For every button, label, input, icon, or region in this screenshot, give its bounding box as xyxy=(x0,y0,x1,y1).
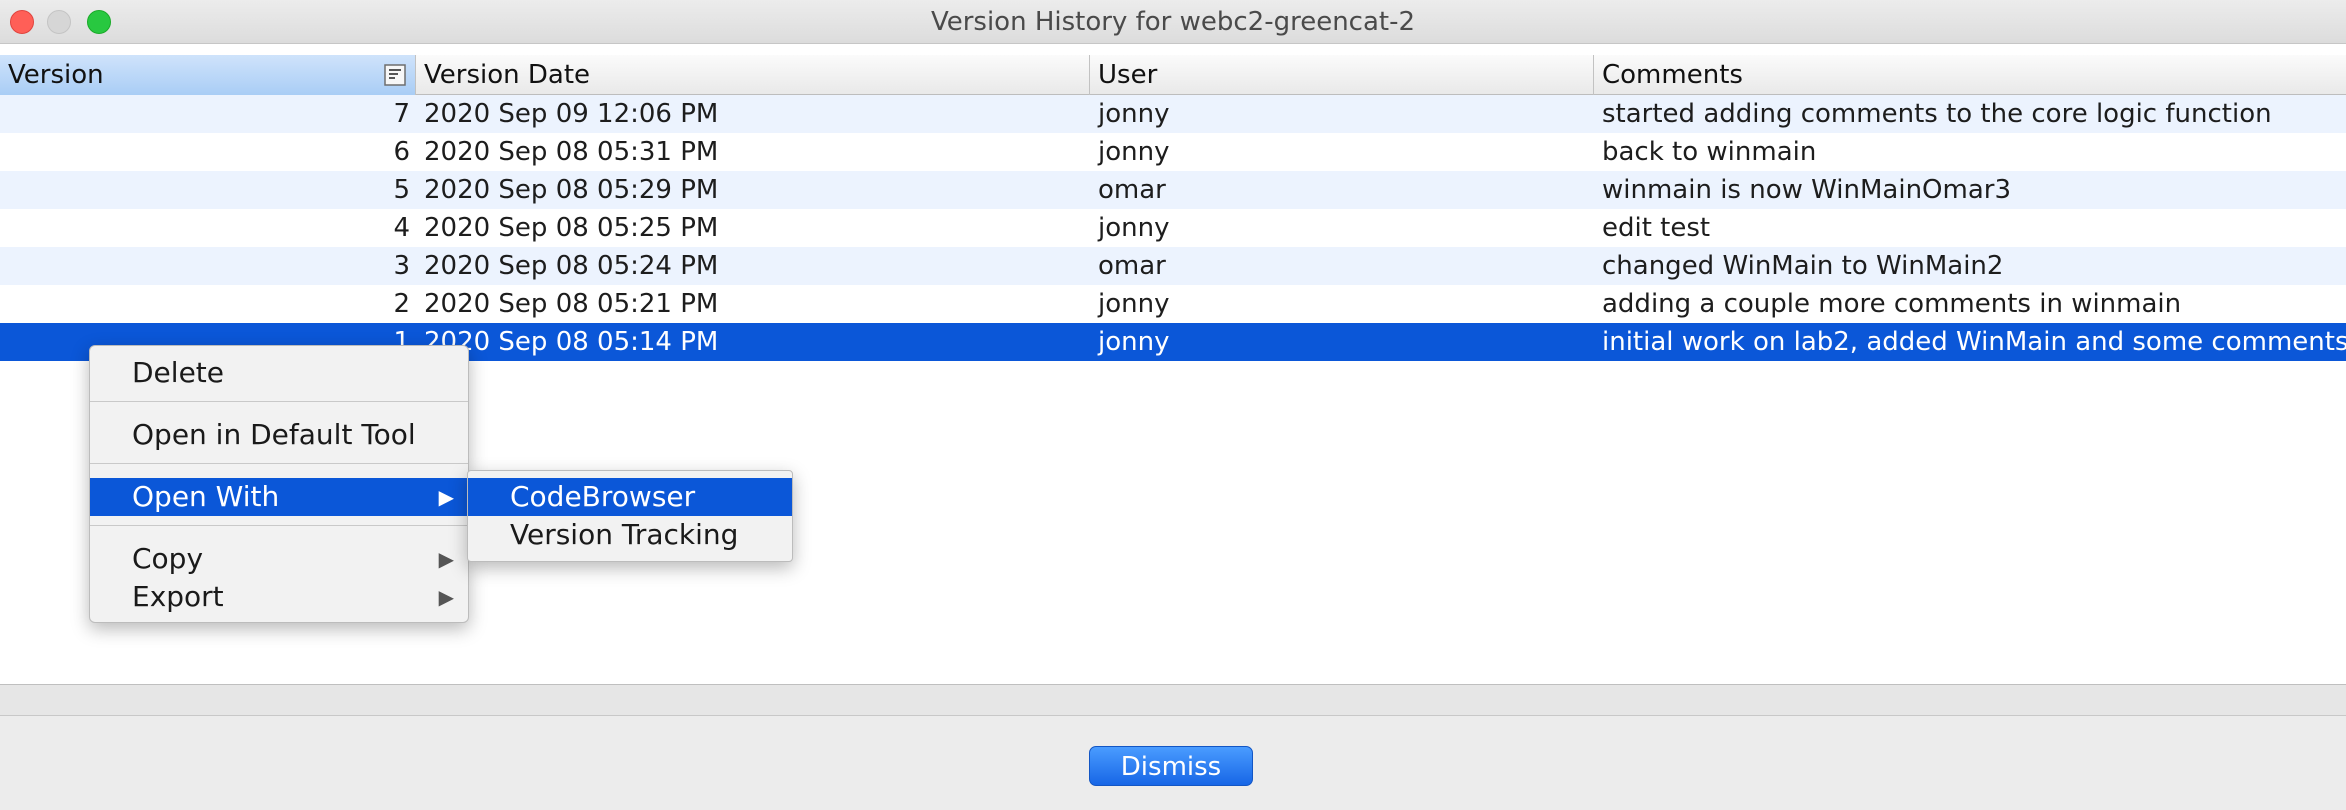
version-cell: 6 xyxy=(393,137,410,167)
table-row[interactable]: 7 2020 Sep 09 12:06 PM jonny started add… xyxy=(0,95,2346,133)
user-cell: jonny xyxy=(1098,137,1170,167)
submenu-item-version-tracking[interactable]: Version Tracking xyxy=(468,516,792,554)
submenu-arrow-icon: ▶ xyxy=(438,485,454,509)
user-cell: omar xyxy=(1098,251,1166,281)
table-row[interactable]: 6 2020 Sep 08 05:31 PM jonny back to win… xyxy=(0,133,2346,171)
dismiss-button[interactable]: Dismiss xyxy=(1089,746,1253,786)
column-header-version[interactable]: Version xyxy=(0,55,416,95)
menu-item-open-with[interactable]: Open With ▶ xyxy=(90,478,468,516)
version-cell: 4 xyxy=(393,213,410,243)
column-header-user[interactable]: User xyxy=(1090,55,1594,95)
submenu-arrow-icon: ▶ xyxy=(438,547,454,571)
comments-cell: started adding comments to the core logi… xyxy=(1602,99,2272,129)
menu-item-label: Delete xyxy=(132,356,224,389)
menu-item-label: Open in Default Tool xyxy=(132,418,416,451)
user-cell: omar xyxy=(1098,175,1166,205)
version-cell: 7 xyxy=(393,99,410,129)
version-cell: 5 xyxy=(393,175,410,205)
table-row[interactable]: 4 2020 Sep 08 05:25 PM jonny edit test xyxy=(0,209,2346,247)
version-date-cell: 2020 Sep 08 05:25 PM xyxy=(424,213,719,243)
menu-item-copy[interactable]: Copy ▶ xyxy=(90,540,468,578)
user-cell: jonny xyxy=(1098,99,1170,129)
column-header-label: Version Date xyxy=(424,60,591,90)
column-header-label: Version xyxy=(8,60,104,90)
comments-cell: initial work on lab2, added WinMain and … xyxy=(1602,327,2346,357)
menu-separator xyxy=(90,401,468,402)
version-date-cell: 2020 Sep 08 05:31 PM xyxy=(424,137,719,167)
menu-item-label: Open With xyxy=(132,480,280,513)
user-cell: jonny xyxy=(1098,213,1170,243)
version-cell: 2 xyxy=(393,289,410,319)
menu-item-label: Copy xyxy=(132,542,204,575)
filter-icon[interactable] xyxy=(383,63,407,87)
version-date-cell: 2020 Sep 09 12:06 PM xyxy=(424,99,719,129)
submenu-item-codebrowser[interactable]: CodeBrowser xyxy=(468,478,792,516)
table-row[interactable]: 2 2020 Sep 08 05:21 PM jonny adding a co… xyxy=(0,285,2346,323)
column-header-label: User xyxy=(1098,60,1158,90)
window-title: Version History for webc2-greencat-2 xyxy=(930,7,1416,37)
submenu-arrow-icon: ▶ xyxy=(438,585,454,609)
comments-cell: changed WinMain to WinMain2 xyxy=(1602,251,2004,281)
submenu-item-label: Version Tracking xyxy=(510,518,739,551)
table-row[interactable]: 5 2020 Sep 08 05:29 PM omar winmain is n… xyxy=(0,171,2346,209)
version-date-cell: 2020 Sep 08 05:29 PM xyxy=(424,175,719,205)
open-with-submenu: CodeBrowser Version Tracking xyxy=(467,470,793,562)
column-header-comments[interactable]: Comments xyxy=(1594,55,2346,95)
user-cell: jonny xyxy=(1098,327,1170,357)
version-cell: 3 xyxy=(393,251,410,281)
title-bar: Version History for webc2-greencat-2 xyxy=(0,0,2346,44)
column-header-version-date[interactable]: Version Date xyxy=(416,55,1090,95)
comments-cell: edit test xyxy=(1602,213,1711,243)
column-header-label: Comments xyxy=(1602,60,1743,90)
version-date-cell: 2020 Sep 08 05:24 PM xyxy=(424,251,719,281)
context-menu: Delete Open in Default Tool Open With ▶ … xyxy=(89,345,469,623)
dialog-footer: Dismiss xyxy=(0,684,2346,810)
menu-item-export[interactable]: Export ▶ xyxy=(90,578,468,616)
comments-cell: winmain is now WinMainOmar3 xyxy=(1602,175,2012,205)
menu-item-label: Export xyxy=(132,580,224,613)
comments-cell: back to winmain xyxy=(1602,137,1817,167)
submenu-item-label: CodeBrowser xyxy=(510,480,696,513)
horizontal-scrollbar[interactable] xyxy=(0,684,2346,716)
table-header: Version Version Date User Comments xyxy=(0,55,2346,95)
user-cell: jonny xyxy=(1098,289,1170,319)
menu-separator xyxy=(90,463,468,464)
menu-item-delete[interactable]: Delete xyxy=(90,354,468,392)
version-date-cell: 2020 Sep 08 05:21 PM xyxy=(424,289,719,319)
comments-cell: adding a couple more comments in winmain xyxy=(1602,289,2182,319)
menu-item-open-in-default-tool[interactable]: Open in Default Tool xyxy=(90,416,468,454)
menu-separator xyxy=(90,525,468,526)
table-row[interactable]: 3 2020 Sep 08 05:24 PM omar changed WinM… xyxy=(0,247,2346,285)
